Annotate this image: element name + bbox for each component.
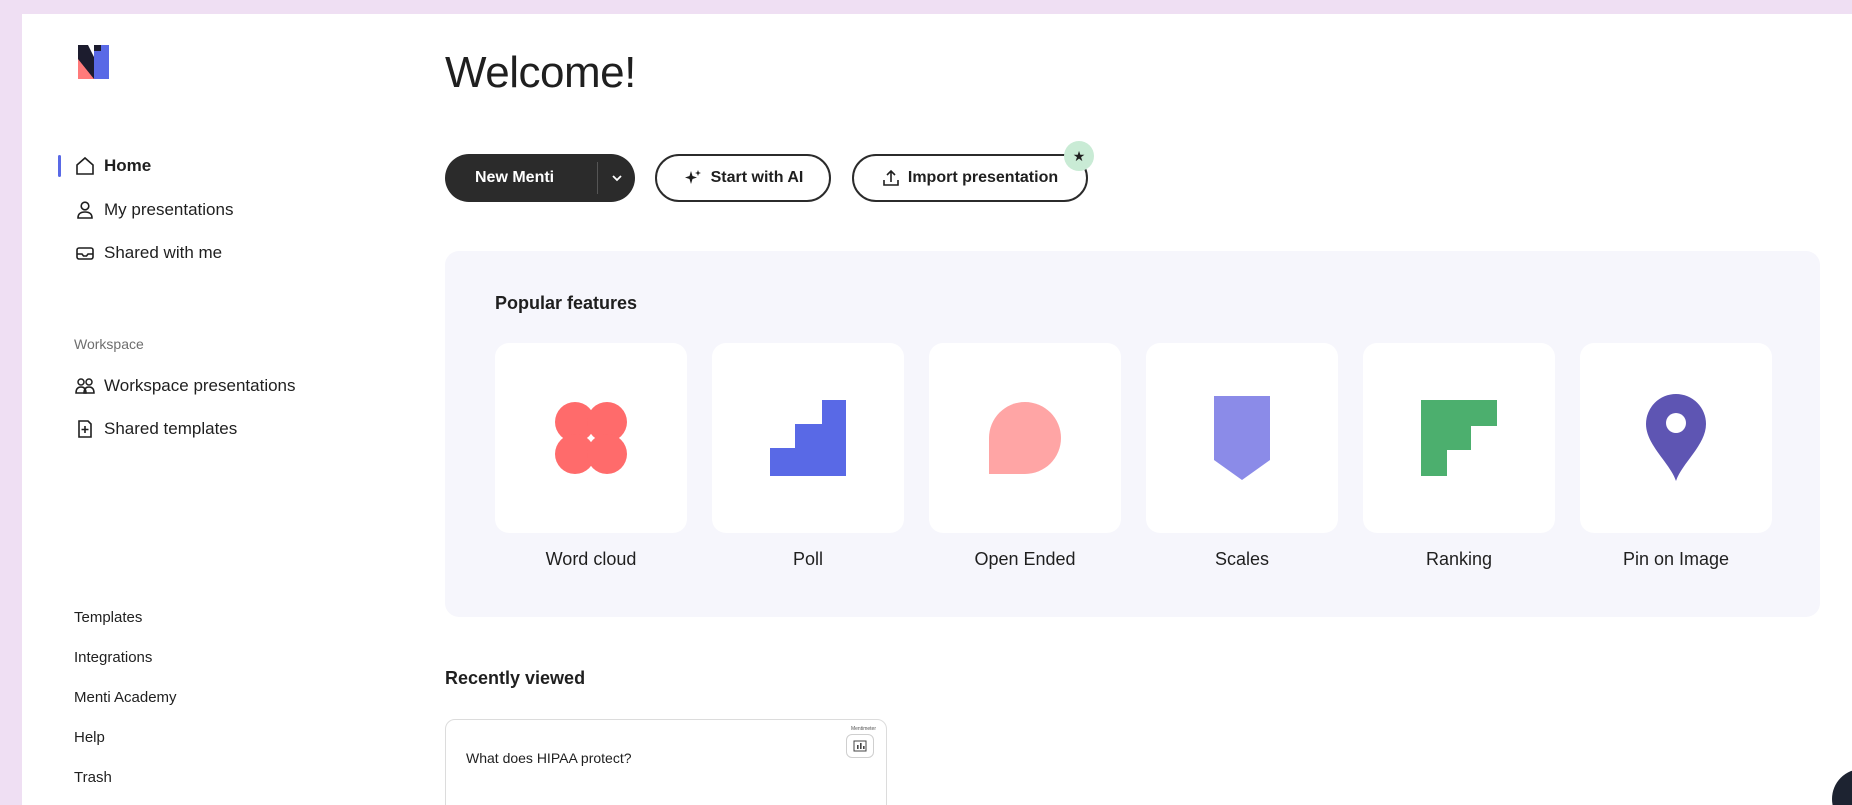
feature-tile <box>712 343 904 533</box>
nav-home-label: Home <box>104 156 152 175</box>
recent-presentation-card[interactable]: Mentimeter What does HIPAA protect? <box>445 719 887 805</box>
star-icon: ★ <box>1072 147 1086 164</box>
footer-link-menti-academy[interactable]: Menti Academy <box>74 689 177 706</box>
nav-home[interactable]: Home <box>74 152 151 180</box>
feature-card-open-ended[interactable]: Open Ended <box>929 343 1121 570</box>
feature-tile <box>495 343 687 533</box>
bar-chart-icon <box>846 734 874 758</box>
start-with-ai-label: Start with AI <box>710 169 804 186</box>
new-menti-dropdown-button[interactable] <box>598 171 635 185</box>
upload-icon <box>883 169 899 186</box>
open-ended-icon <box>989 402 1061 474</box>
popular-features-panel: Popular features Word cloud Poll Open En… <box>445 251 1820 617</box>
feature-label: Ranking <box>1425 549 1493 569</box>
feature-label: Poll <box>792 549 823 569</box>
nav-shared-templates[interactable]: Shared templates <box>74 415 237 443</box>
footer-link-help[interactable]: Help <box>74 729 105 746</box>
ranking-icon <box>1421 400 1497 476</box>
nav-shared-with-me[interactable]: Shared with me <box>74 239 222 267</box>
import-presentation-button[interactable]: Import presentation <box>852 154 1088 202</box>
start-with-ai-button[interactable]: Start with AI <box>655 154 831 202</box>
home-icon <box>74 155 96 177</box>
feature-tile <box>1580 343 1772 533</box>
scales-icon <box>1214 396 1270 480</box>
nav-shared-templates-label: Shared templates <box>104 419 238 438</box>
feature-label: Scales <box>1214 549 1270 569</box>
chat-support-button[interactable] <box>1832 769 1852 805</box>
poll-icon <box>770 400 846 476</box>
star-badge: ★ <box>1064 141 1094 171</box>
template-add-icon <box>74 418 96 440</box>
card-brand: Mentimeter <box>850 726 876 732</box>
page-title: Welcome! <box>445 48 636 97</box>
feature-label: Pin on Image <box>1622 549 1730 569</box>
feature-card-poll[interactable]: Poll <box>712 343 904 570</box>
nav-shared-with-me-label: Shared with me <box>104 243 223 262</box>
footer-link-integrations[interactable]: Integrations <box>74 649 152 666</box>
feature-label: Word cloud <box>545 549 637 569</box>
active-indicator <box>58 155 61 177</box>
footer-link-trash[interactable]: Trash <box>74 769 112 786</box>
sidebar: Home My presentations Shared with me Wor… <box>22 14 422 805</box>
users-icon <box>74 375 96 397</box>
new-menti-button[interactable]: New Menti <box>445 154 635 202</box>
nav-workspace-presentations-label: Workspace presentations <box>104 376 296 395</box>
nav-my-presentations-label: My presentations <box>104 200 234 219</box>
card-question: What does HIPAA protect? <box>466 750 632 766</box>
feature-card-ranking[interactable]: Ranking <box>1363 343 1555 570</box>
mentimeter-logo[interactable] <box>76 45 112 79</box>
feature-card-pin-on-image[interactable]: Pin on Image <box>1580 343 1772 570</box>
new-menti-label: New Menti <box>475 169 555 186</box>
feature-tile <box>1363 343 1555 533</box>
app-window: Home My presentations Shared with me Wor… <box>22 14 1852 805</box>
chevron-down-icon <box>611 175 622 182</box>
recently-viewed-title: Recently viewed <box>445 668 586 688</box>
sparkle-icon <box>684 170 701 184</box>
feature-label: Open Ended <box>974 549 1076 569</box>
feature-card-scales[interactable]: Scales <box>1146 343 1338 570</box>
feature-tile <box>929 343 1121 533</box>
nav-workspace-presentations[interactable]: Workspace presentations <box>74 372 296 400</box>
pin-icon <box>1646 394 1706 481</box>
workspace-section-label: Workspace <box>74 336 144 352</box>
popular-features-title: Popular features <box>495 293 638 313</box>
user-icon <box>74 199 96 221</box>
feature-card-word-cloud[interactable]: Word cloud <box>495 343 687 570</box>
nav-my-presentations[interactable]: My presentations <box>74 196 233 224</box>
feature-tile <box>1146 343 1338 533</box>
word-cloud-icon <box>555 402 627 474</box>
footer-link-templates[interactable]: Templates <box>74 609 142 626</box>
import-presentation-label: Import presentation <box>907 169 1059 186</box>
inbox-icon <box>74 242 96 264</box>
